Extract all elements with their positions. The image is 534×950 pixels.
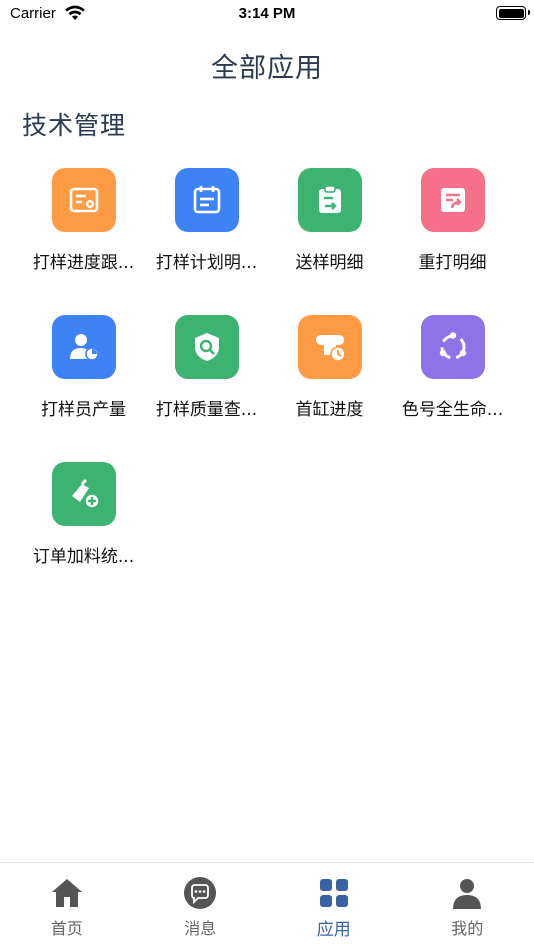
tab-label: 消息	[184, 919, 217, 938]
apps-grid-icon	[319, 879, 348, 907]
app-label: 打样员产量	[41, 400, 126, 420]
tab-label: 首页	[50, 919, 83, 938]
tab-home[interactable]: 首页	[0, 863, 134, 950]
app-grid: 打样进度跟... 打样计划明... 送样明细 重打明细 打样员产量 打样质量查.…	[22, 168, 514, 609]
app-label: 订单加料统...	[32, 547, 135, 567]
home-icon	[51, 879, 82, 907]
app-label: 首缸进度	[295, 400, 364, 420]
tab-label: 应用	[316, 920, 351, 940]
app-label: 打样质量查...	[155, 400, 258, 420]
tab-label: 我的	[451, 919, 484, 938]
app-label: 打样进度跟...	[32, 253, 135, 273]
progress-tracking-icon	[51, 168, 116, 232]
tab-apps[interactable]: 应用	[267, 863, 401, 950]
user-chart-icon	[51, 315, 116, 379]
quality-search-icon	[174, 315, 239, 379]
app-color-lifecycle[interactable]: 色号全生命...	[391, 315, 514, 462]
add-material-icon	[51, 462, 116, 526]
app-sampler-output[interactable]: 打样员产量	[22, 315, 145, 462]
status-time: 3:14 PM	[238, 5, 296, 22]
tab-bar: 首页 消息 应用 我的	[0, 862, 534, 950]
tab-profile[interactable]: 我的	[401, 863, 534, 950]
app-send-sample[interactable]: 送样明细	[268, 168, 391, 315]
status-bar: Carrier 3:14 PM	[0, 0, 534, 28]
app-redo-detail[interactable]: 重打明细	[391, 168, 514, 315]
app-sample-progress[interactable]: 打样进度跟...	[22, 168, 145, 315]
calendar-plan-icon	[174, 168, 239, 232]
tab-messages[interactable]: 消息	[134, 863, 268, 950]
redo-document-icon	[420, 168, 485, 232]
app-order-add-material[interactable]: 订单加料统...	[22, 462, 145, 609]
profile-icon	[453, 879, 482, 909]
battery-icon	[496, 6, 530, 20]
clipboard-send-icon	[297, 168, 362, 232]
lifecycle-icon	[420, 315, 485, 379]
app-label: 重打明细	[418, 253, 487, 273]
message-icon	[184, 877, 217, 909]
app-quality-check[interactable]: 打样质量查...	[145, 315, 268, 462]
page-title: 全部应用	[211, 53, 323, 84]
vat-clock-icon	[297, 315, 362, 379]
app-first-vat[interactable]: 首缸进度	[268, 315, 391, 462]
app-label: 色号全生命...	[401, 400, 504, 420]
app-label: 送样明细	[295, 253, 364, 273]
section-title: 技术管理	[22, 111, 127, 140]
app-sample-plan[interactable]: 打样计划明...	[145, 168, 268, 315]
app-label: 打样计划明...	[155, 253, 258, 273]
